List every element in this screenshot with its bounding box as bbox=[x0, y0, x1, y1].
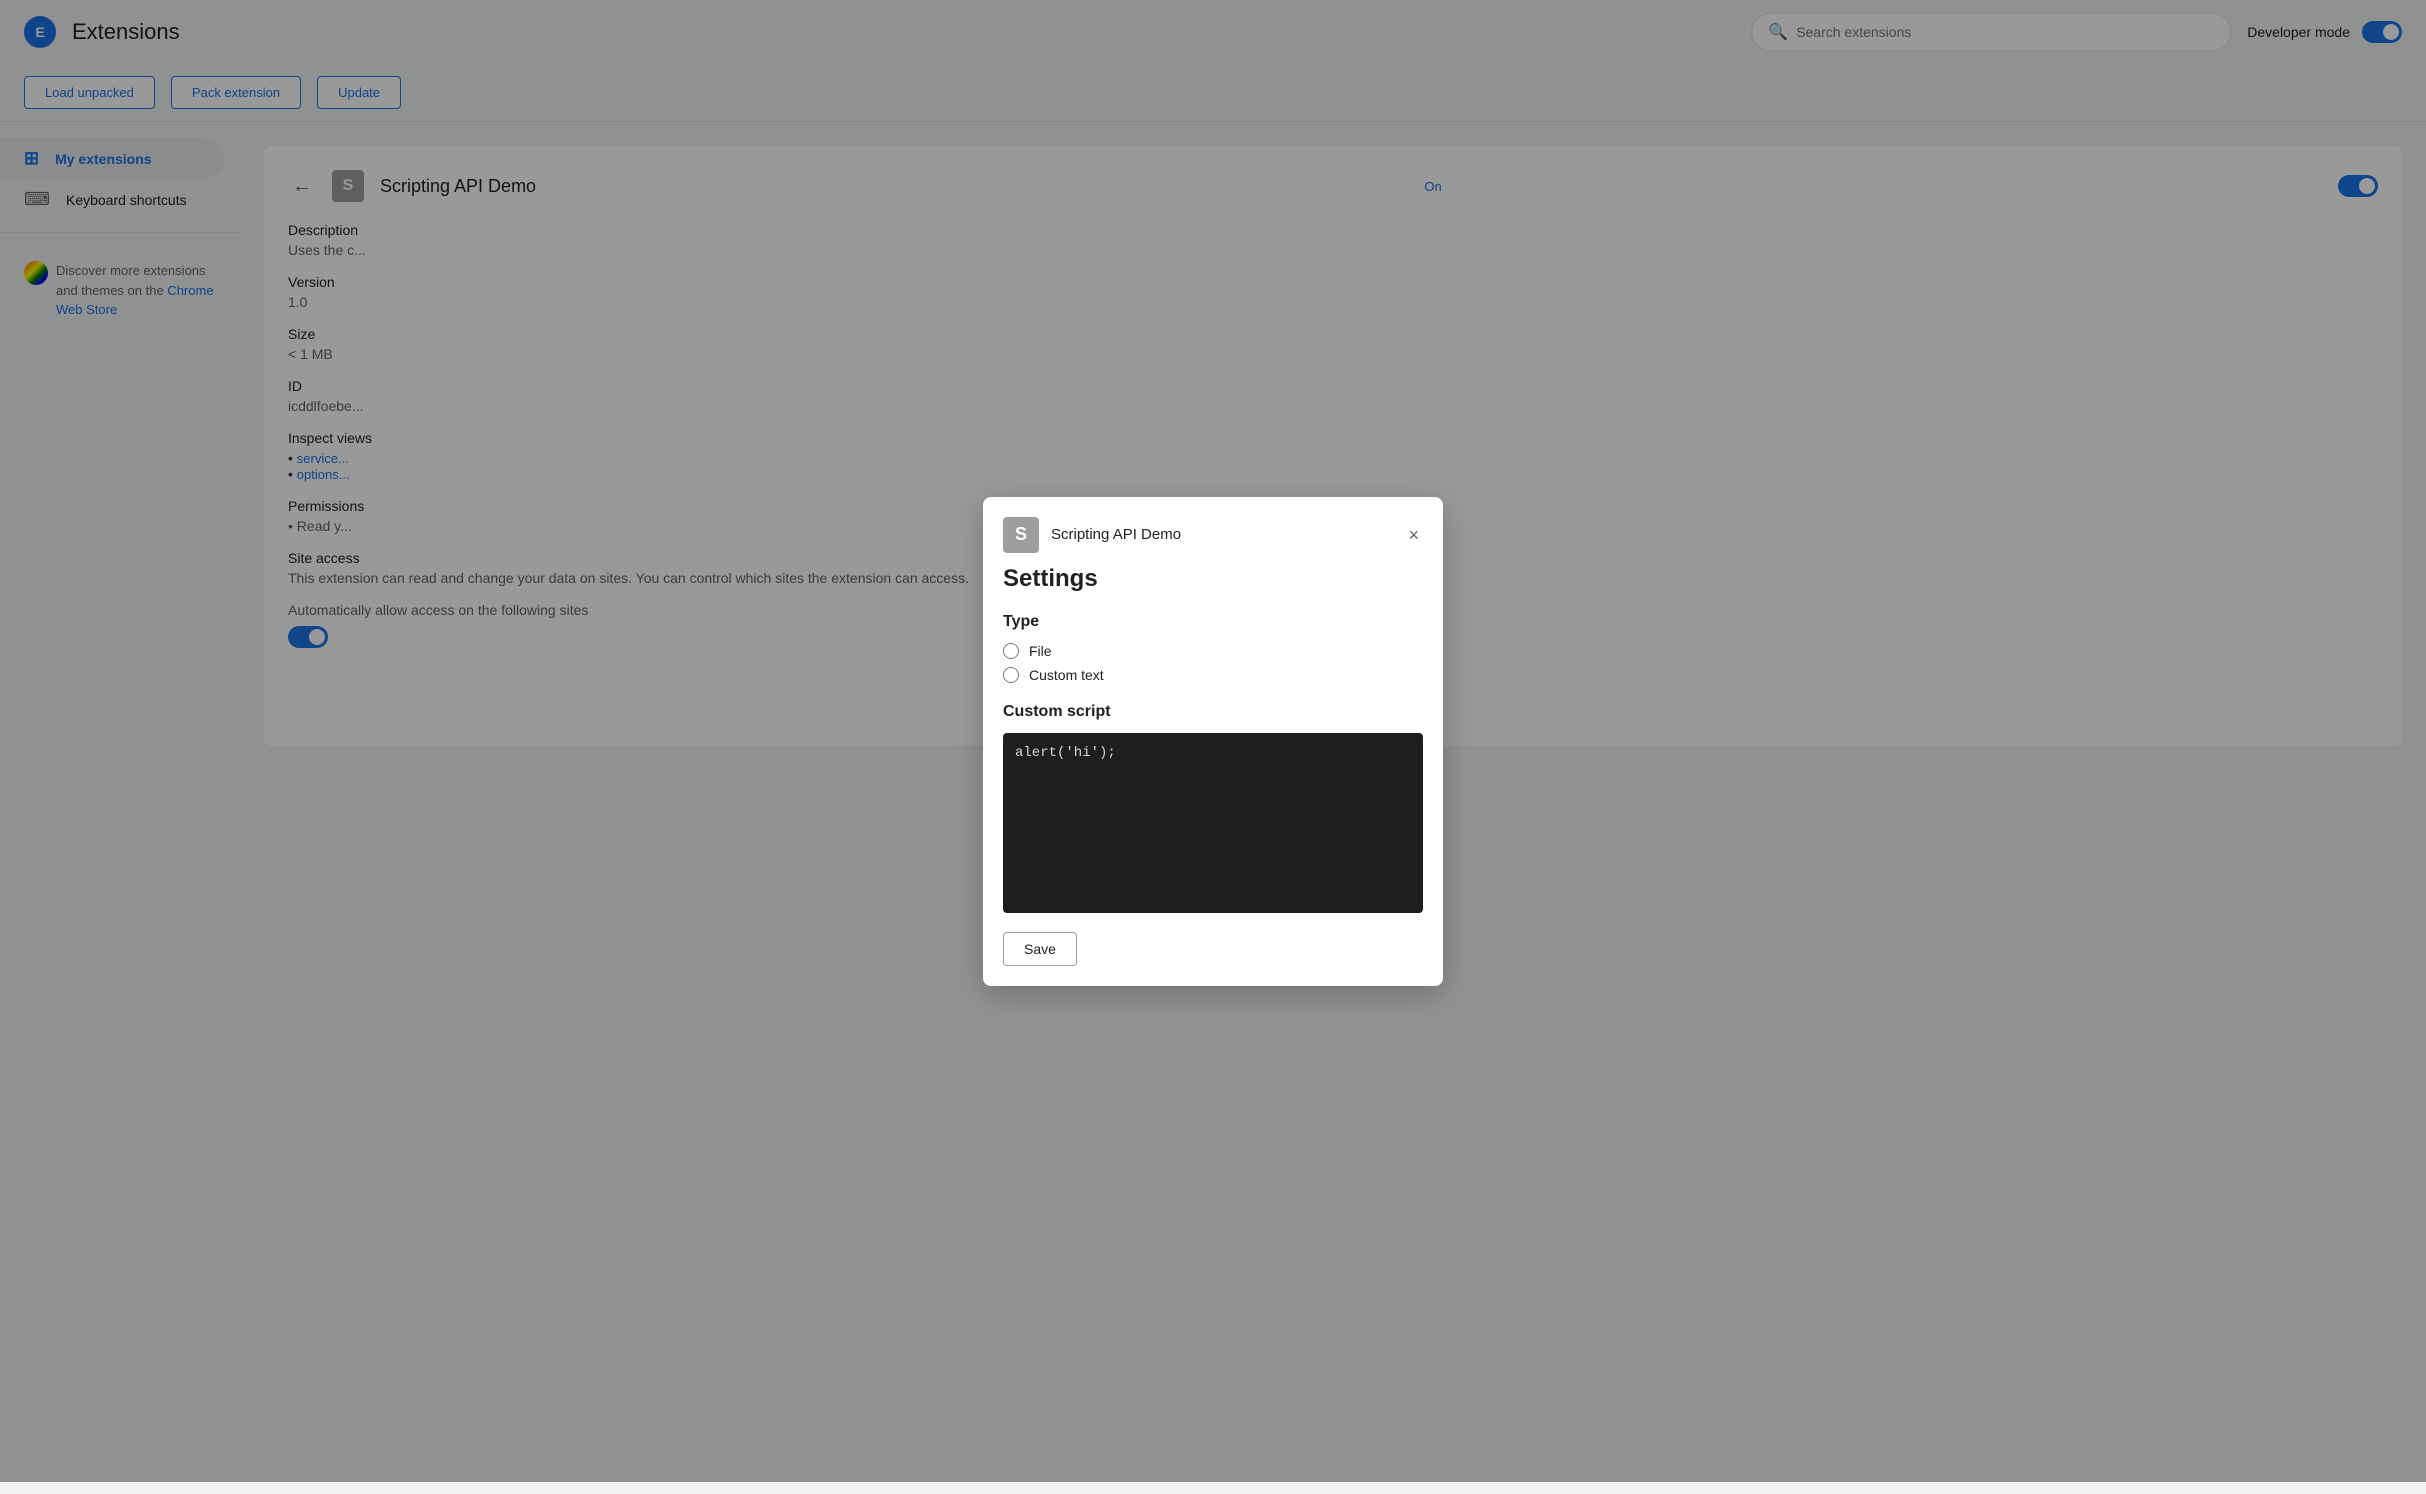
dialog-close-button[interactable]: × bbox=[1404, 522, 1423, 548]
type-radio-group: File Custom text bbox=[1003, 643, 1423, 683]
file-radio[interactable] bbox=[1003, 643, 1019, 659]
code-editor[interactable] bbox=[1003, 733, 1423, 913]
dialog-title: Settings bbox=[1003, 565, 1423, 593]
custom-text-radio-label[interactable]: Custom text bbox=[1003, 667, 1423, 683]
dialog-ext-name: Scripting API Demo bbox=[1051, 526, 1181, 543]
settings-dialog: S Scripting API Demo × Settings Type Fil… bbox=[983, 497, 1443, 986]
dialog-ext-icon: S bbox=[1003, 517, 1039, 553]
custom-text-radio[interactable] bbox=[1003, 667, 1019, 683]
dialog-body: Settings Type File Custom text Custom sc… bbox=[983, 565, 1443, 986]
file-radio-text: File bbox=[1029, 643, 1052, 659]
type-section-title: Type bbox=[1003, 613, 1423, 631]
file-radio-label[interactable]: File bbox=[1003, 643, 1423, 659]
custom-text-radio-text: Custom text bbox=[1029, 667, 1104, 683]
dialog-header: S Scripting API Demo × bbox=[983, 497, 1443, 565]
modal-overlay: S Scripting API Demo × Settings Type Fil… bbox=[0, 0, 2426, 1482]
save-button[interactable]: Save bbox=[1003, 932, 1077, 966]
custom-script-section-title: Custom script bbox=[1003, 703, 1423, 721]
